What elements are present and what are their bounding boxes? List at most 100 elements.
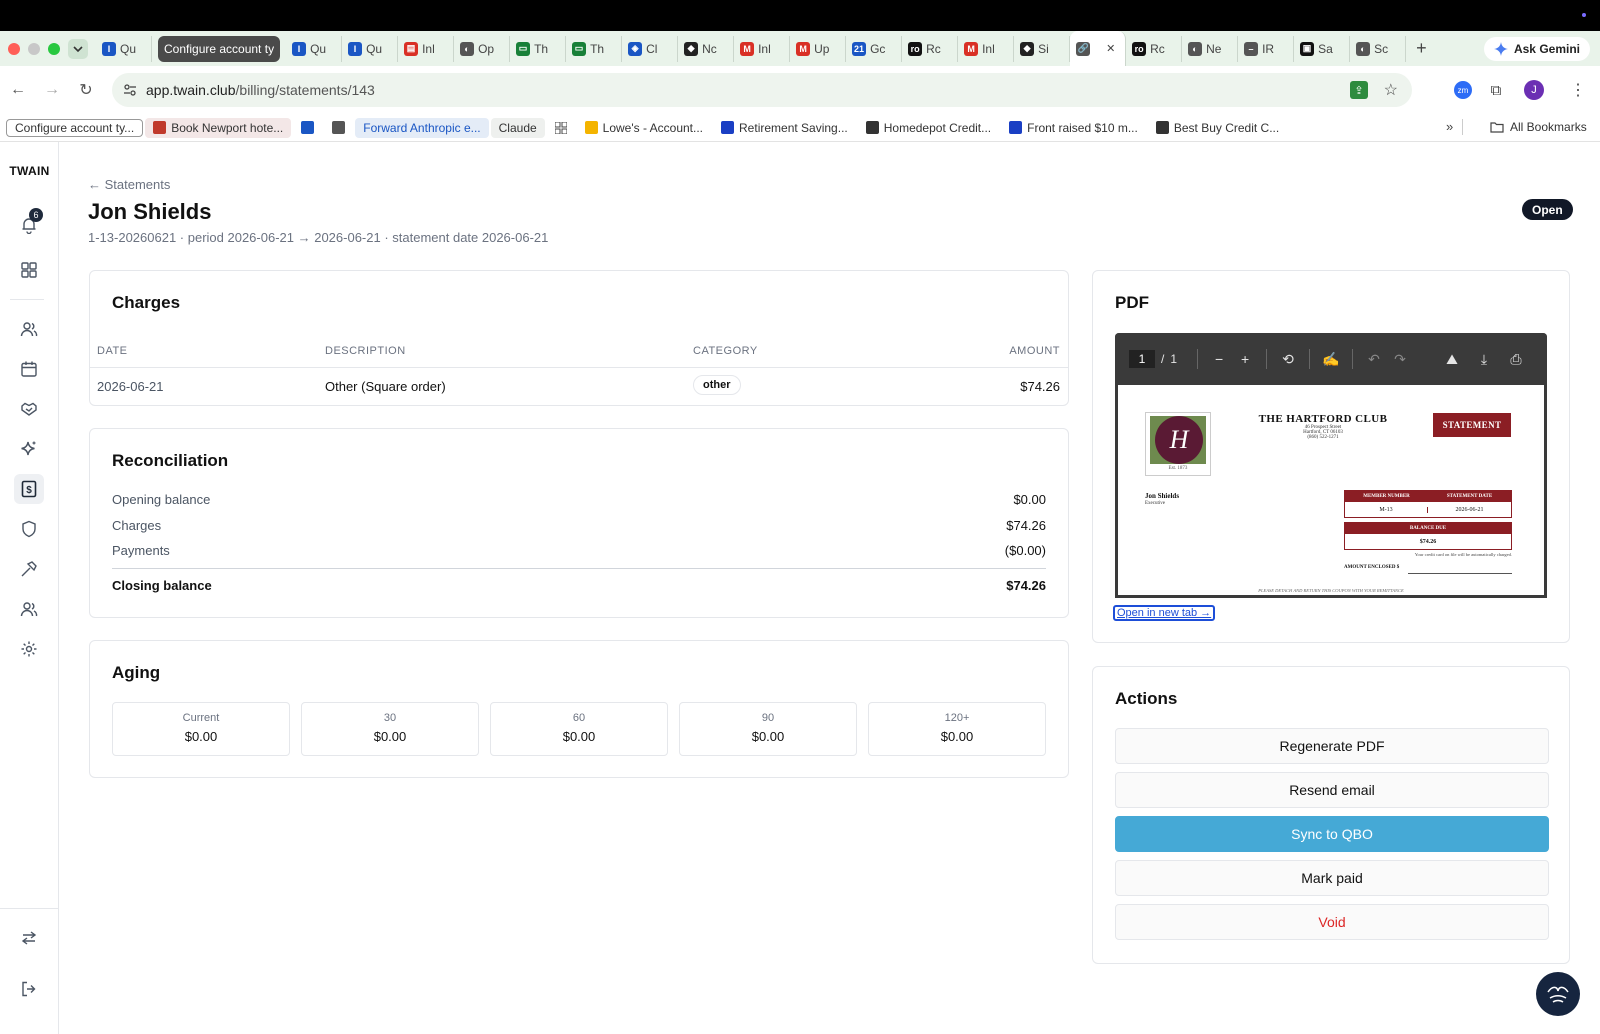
browser-tab[interactable]: ▣ Sa [1294,35,1351,62]
open-pdf-new-tab-link[interactable]: Open in new tab → [1113,605,1216,621]
rotate-icon[interactable]: ⟲ [1275,346,1301,372]
redo-icon[interactable]: ↷ [1387,346,1413,372]
bookmark-label: Forward Anthropic e... [363,120,481,135]
bookmark-item[interactable]: Lowe's - Account... [577,121,711,135]
cast-install-icon[interactable]: ⇪ [1350,81,1368,99]
reload-icon[interactable]: ↻ [70,74,102,106]
browser-tab[interactable]: ◐ Sc [1350,35,1407,62]
shield-icon[interactable] [14,514,44,544]
profile-avatar[interactable]: J [1522,78,1546,102]
billing-dollar-icon[interactable]: $ [14,474,44,504]
bookmark-item[interactable]: Claude [490,117,545,138]
calendar-icon[interactable] [14,354,44,384]
pdf-page-separator: / [1161,352,1165,366]
browser-tab[interactable]: 🔗 ✕ [1070,31,1127,66]
back-arrow-icon[interactable]: ← [2,74,34,106]
window-zoom-button[interactable] [48,42,60,55]
recon-value: $74.26 [1006,518,1046,533]
settings-gear-icon[interactable] [14,634,44,664]
browser-tab[interactable]: M Inl [734,35,791,62]
sparkle-ai-icon[interactable] [14,434,44,464]
void-button[interactable]: Void [1115,904,1549,940]
bookmark-item[interactable]: Retirement Saving... [713,121,856,135]
tab-label: Inl [982,41,995,56]
staff-icon[interactable] [14,594,44,624]
browser-tab[interactable]: ◐ Ne [1182,35,1239,62]
undo-icon[interactable]: ↶ [1361,346,1387,372]
more-bookmarks-chevron-icon[interactable]: » [1446,119,1453,134]
bookmark-favicon-icon [721,121,735,134]
help-chat-button[interactable] [1536,972,1580,1016]
notifications-bell-icon[interactable]: 6 [14,208,44,240]
statement-date-label: STATEMENT DATE [1446,494,1493,499]
logout-icon[interactable] [14,974,44,1004]
zoom-out-icon[interactable]: − [1206,346,1232,372]
save-to-drive-icon[interactable]: ⛰ [1439,346,1465,372]
members-icon[interactable] [14,314,44,344]
zoom-in-icon[interactable]: + [1232,346,1258,372]
browser-tab[interactable]: ro Rc [902,35,959,62]
browser-tab[interactable]: M Up [790,35,847,62]
dashboard-icon[interactable] [14,255,44,285]
download-icon[interactable]: ⤓ [1471,346,1497,372]
site-settings-icon[interactable] [122,82,138,98]
bookmark-item[interactable]: Book Newport hote... [145,117,292,138]
tab-favicon-icon: M [796,41,811,56]
browser-tab[interactable]: I Qu [286,35,343,62]
pdf-page-input[interactable]: 1 [1129,350,1155,368]
switch-arrows-icon[interactable] [14,923,44,953]
browser-tab[interactable]: ro Rc [1126,35,1183,62]
browser-tab[interactable]: ◈ Cl [622,35,679,62]
browser-tab[interactable]: – IR [1238,35,1295,62]
bookmark-item[interactable]: Front raised $10 m... [1001,121,1146,135]
pdf-title: PDF [1115,293,1149,312]
bookmark-item[interactable] [324,121,353,134]
hammer-icon[interactable] [14,554,44,584]
tab-label: Sa [1318,41,1333,56]
ask-gemini-button[interactable]: Ask Gemini [1483,37,1590,61]
tab-group-label[interactable]: Configure account ty [158,35,281,62]
browser-tab[interactable]: I Qu [342,35,399,62]
window-minimize-button[interactable] [28,42,40,55]
bookmark-label: Front raised $10 m... [1027,120,1138,135]
charges-header-description: DESCRIPTION [325,345,406,357]
browser-tab[interactable]: ▭ Th [566,35,623,62]
forward-arrow-icon[interactable]: → [36,74,68,106]
extensions-puzzle-icon[interactable]: ⧉ [1484,78,1508,102]
bookmark-item[interactable]: Forward Anthropic e... [355,117,489,138]
regenerate-pdf-button[interactable]: Regenerate PDF [1115,728,1549,764]
window-close-button[interactable] [8,42,20,55]
browser-menu-kebab-icon[interactable]: ⋮ [1566,78,1590,102]
browser-tab[interactable]: M Inl [958,35,1015,62]
handshake-icon[interactable] [14,394,44,424]
tab-search-chevron-icon[interactable] [68,38,88,59]
bookmark-item[interactable] [547,121,575,134]
bookmark-star-icon[interactable]: ☆ [1384,80,1398,100]
bookmark-item[interactable]: Best Buy Credit C... [1148,121,1287,135]
print-icon[interactable]: ⎙ [1503,346,1529,372]
new-tab-plus-icon[interactable]: + [1416,38,1427,59]
zoom-extension-icon[interactable]: zm [1451,78,1475,102]
browser-tab[interactable]: ◐ Op [454,35,511,62]
browser-tab[interactable]: ▭ Th [510,35,567,62]
tab-label: Qu [310,41,327,56]
browser-tab[interactable]: ◆ Si [1014,35,1071,62]
resend-email-button[interactable]: Resend email [1115,772,1549,808]
close-tab-icon[interactable]: ✕ [1106,42,1115,55]
sync-to-qbo-button[interactable]: Sync to QBO [1115,816,1549,852]
pdf-viewer[interactable]: 1 / 1 − + ⟲ ✍ ↶ ↷ ⛰ ⤓ ⎙ H Est. 1873 THE … [1115,333,1547,598]
charges-title: Charges [112,293,181,312]
bookmark-item[interactable]: Homedepot Credit... [858,121,999,135]
mark-paid-button[interactable]: Mark paid [1115,860,1549,896]
browser-tab[interactable]: ▤ Inl [398,35,455,62]
annotate-signature-icon[interactable]: ✍ [1318,346,1344,372]
bookmark-item[interactable] [293,121,322,134]
back-to-statements-link[interactable]: ← Statements [88,177,170,192]
browser-tab[interactable]: 21 Gc [846,35,903,62]
browser-tab[interactable]: ◆ Nc [678,35,735,62]
bookmark-item[interactable]: Configure account ty... [6,118,144,137]
address-bar[interactable]: app.twain.club/billing/statements/143 ⇪ … [112,73,1412,107]
status-dot [1582,13,1586,17]
all-bookmarks-button[interactable]: All Bookmarks [1490,120,1587,134]
browser-tab[interactable]: I Qu [96,35,152,62]
